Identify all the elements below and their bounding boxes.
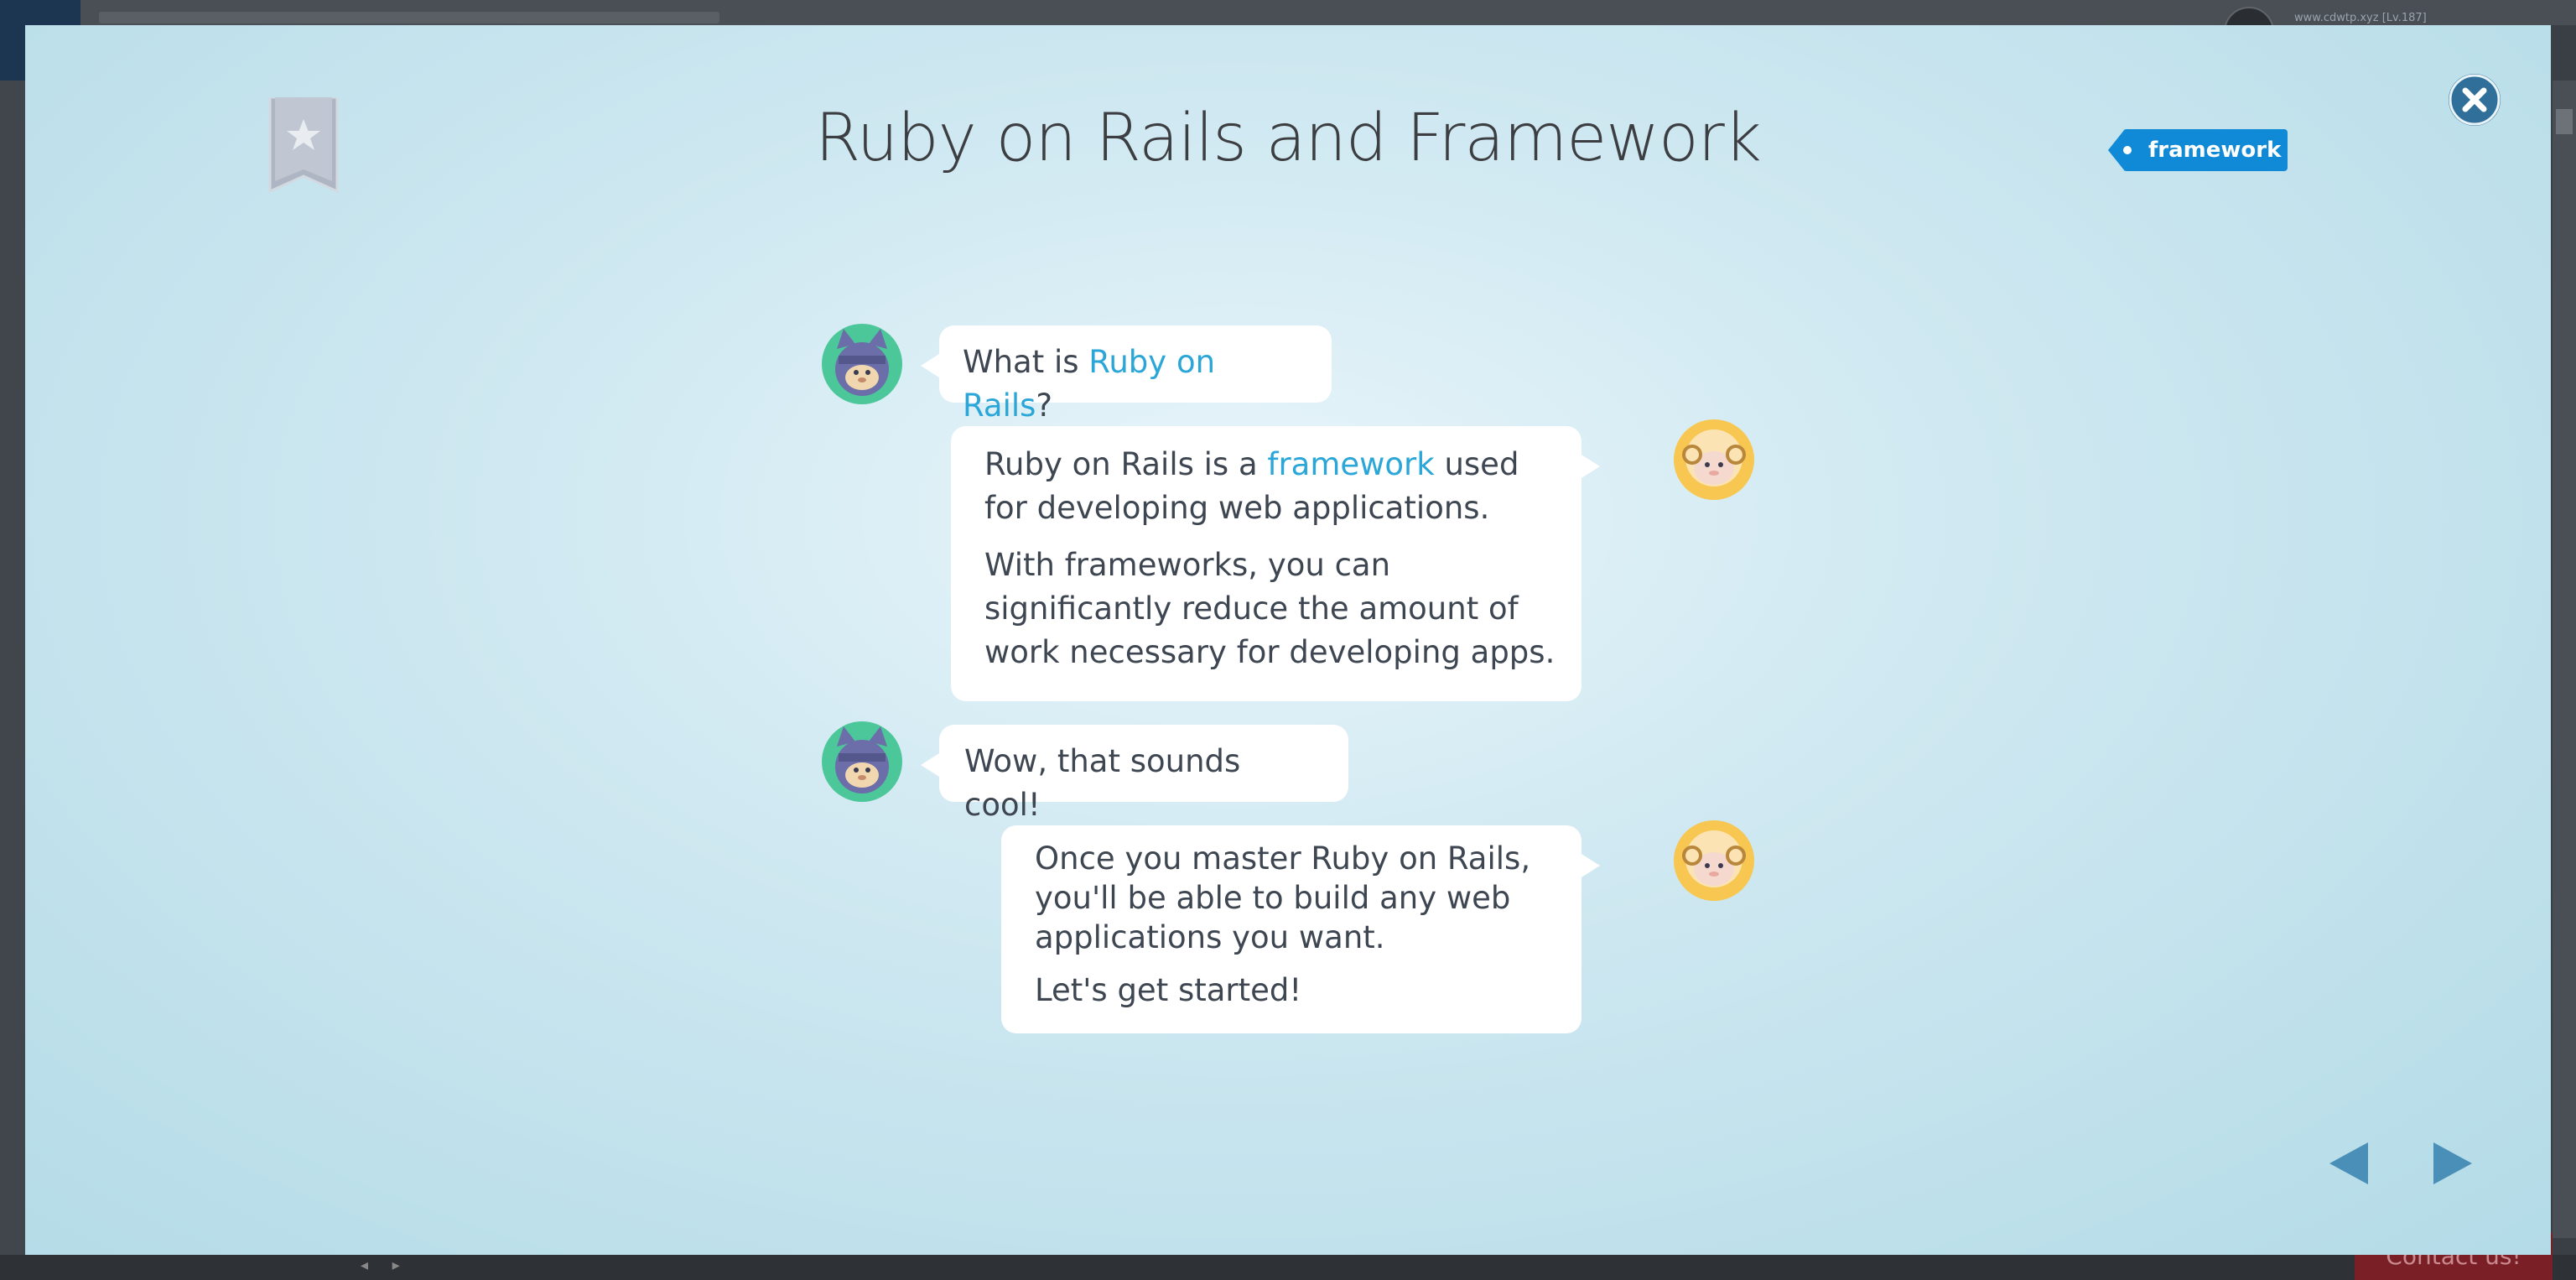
- message-3-text: Wow, that sounds cool!: [964, 743, 1241, 823]
- ninja-cat-avatar-icon: [822, 324, 902, 404]
- previous-arrow-icon: [2329, 1142, 2368, 1184]
- background-scrollbar: [2553, 81, 2576, 1238]
- close-icon: [2449, 74, 2501, 126]
- previous-slide-button[interactable]: [2328, 1141, 2370, 1186]
- message-2-paragraph-1: Ruby on Rails is a framework used for de…: [984, 443, 1558, 530]
- tag-label: framework: [2123, 129, 2288, 171]
- background-url-text: www.cdwtp.xyz [Lv.187]: [2294, 12, 2427, 24]
- message-2-paragraph-2: With frameworks, you can significantly r…: [984, 547, 1555, 670]
- background-left-strip: [0, 81, 25, 1255]
- next-slide-button[interactable]: [2432, 1141, 2474, 1186]
- message-2-part-1: Ruby on Rails is a: [984, 446, 1268, 482]
- background-scrollbar-thumb: [2556, 109, 2573, 134]
- sheep-avatar-icon: [1674, 820, 1754, 901]
- message-1-part-3: ?: [1036, 388, 1053, 424]
- message-2-link-framework[interactable]: framework: [1267, 446, 1434, 482]
- chat-bubble-4: Once you master Ruby on Rails, you'll be…: [1001, 825, 1600, 1033]
- slide-modal: Ruby on Rails and Framework framework Wh…: [25, 25, 2551, 1255]
- message-4-paragraph-1: Once you master Ruby on Rails, you'll be…: [1035, 840, 1531, 955]
- sheep-avatar-icon: [1674, 419, 1754, 500]
- chat-bubble-1: What is Ruby on Rails?: [921, 325, 1332, 424]
- message-1-part-1: What is: [963, 344, 1089, 380]
- next-arrow-icon: [2433, 1142, 2472, 1184]
- chat-bubble-2: Ruby on Rails is a framework used for de…: [951, 426, 1600, 701]
- close-button[interactable]: [2449, 74, 2501, 126]
- ninja-cat-avatar-icon: [822, 721, 902, 802]
- tag-point: [2108, 129, 2125, 171]
- chat-bubble-3: Wow, that sounds cool!: [921, 725, 1348, 823]
- message-1-text: What is Ruby on Rails?: [963, 341, 1308, 428]
- background-search-bar: [99, 12, 719, 23]
- message-4-paragraph-2: Let's get started!: [1035, 972, 1302, 1008]
- tag-hole-icon: [2123, 146, 2132, 154]
- background-scroll-arrows: ◂ ▸: [361, 1257, 400, 1274]
